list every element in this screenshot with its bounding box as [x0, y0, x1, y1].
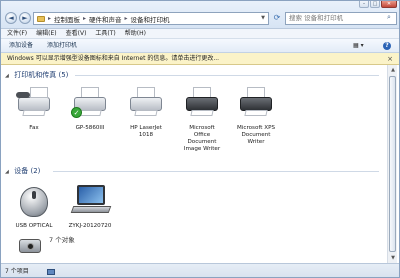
breadcrumb-hardware-sound[interactable]: 硬件和声音: [89, 14, 122, 24]
printer-icon: [126, 85, 166, 121]
info-bar-text[interactable]: Windows 可以显示增强型设备图标和来自 Internet 的信息。请单击进…: [7, 55, 219, 62]
menu-tools[interactable]: 工具(T): [95, 29, 115, 38]
device-item-fax[interactable]: Fax: [5, 85, 63, 132]
window-controls: – □ ✕: [359, 1, 397, 9]
status-bar: 7 个项目: [1, 263, 399, 277]
help-icon[interactable]: ?: [383, 42, 391, 50]
computer-icon: [46, 268, 55, 275]
back-button[interactable]: ◄: [5, 12, 17, 24]
address-dropdown-icon[interactable]: ▼: [258, 13, 268, 24]
devices-camera-icon: [19, 239, 41, 253]
printer-icon: [236, 85, 276, 121]
breadcrumb-control-panel[interactable]: 控制面板: [54, 14, 80, 24]
title-address-bar: – □ ✕ ◄ ► ▸ 控制面板 ▸ 硬件和声音 ▸ 设备和打印机 ▼ ⟳ 搜索…: [1, 1, 399, 29]
breadcrumb-devices-printers[interactable]: 设备和打印机: [131, 14, 170, 24]
device-item-zykj-20120720[interactable]: ZYKJ-20120720: [61, 183, 119, 230]
printer-icon: [182, 85, 222, 121]
device-label: Microsoft Office Document Image Writer: [183, 125, 221, 152]
group-header-devices[interactable]: ◢ 设备 (2): [5, 166, 383, 176]
device-item-ms-office-image-writer[interactable]: Microsoft Office Document Image Writer: [173, 85, 231, 153]
device-label: Microsoft XPS Document Writer: [237, 125, 275, 145]
close-button[interactable]: ✕: [381, 1, 397, 8]
status-text: 7 个项目: [5, 268, 29, 275]
search-input[interactable]: 搜索 设备和打印机: [285, 12, 397, 25]
command-bar: 添加设备 添加打印机 ▦ ▾ ?: [1, 39, 399, 53]
nav-buttons: ◄ ►: [5, 12, 31, 24]
info-bar-close-icon[interactable]: ×: [387, 53, 393, 65]
info-bar[interactable]: Windows 可以显示增强型设备图标和来自 Internet 的信息。请单击进…: [1, 53, 399, 65]
device-item-gp5860iii[interactable]: ✓ GP-5860III: [61, 85, 119, 132]
menu-bar: 文件(F) 编辑(E) 查看(V) 工具(T) 帮助(H): [1, 29, 399, 39]
device-item-hp-laserjet-1018[interactable]: HP LaserJet 1018: [117, 85, 175, 139]
forward-button[interactable]: ►: [19, 12, 31, 24]
add-device-button[interactable]: 添加设备: [9, 39, 33, 53]
scroll-thumb[interactable]: [389, 76, 396, 252]
printer-icon: ✓: [70, 85, 110, 121]
mouse-icon: [14, 183, 54, 219]
devices-and-printers-window: – □ ✕ ◄ ► ▸ 控制面板 ▸ 硬件和声音 ▸ 设备和打印机 ▼ ⟳ 搜索…: [0, 0, 400, 278]
address-bar[interactable]: ▸ 控制面板 ▸ 硬件和声音 ▸ 设备和打印机 ▼: [33, 12, 269, 25]
group-header-devices-label: 设备 (2): [14, 167, 41, 175]
scroll-up-icon[interactable]: ▲: [389, 66, 397, 74]
menu-file[interactable]: 文件(F): [7, 29, 27, 38]
device-label: HP LaserJet 1018: [130, 125, 162, 138]
laptop-icon: [70, 183, 112, 219]
details-pane: 7 个对象: [1, 229, 387, 263]
change-view-button[interactable]: ▦ ▾: [353, 42, 367, 50]
scroll-down-icon[interactable]: ▼: [389, 254, 397, 262]
add-printer-button[interactable]: 添加打印机: [47, 39, 77, 53]
fax-icon: [14, 85, 54, 121]
minimize-button[interactable]: –: [359, 1, 369, 8]
collapse-chevron-icon[interactable]: ◢: [5, 71, 12, 81]
refresh-button[interactable]: ⟳: [271, 12, 283, 25]
group-header-printers[interactable]: ◢ 打印机和传真 (5): [5, 70, 383, 80]
search-icon[interactable]: ⌕: [387, 13, 399, 22]
vertical-scrollbar[interactable]: ▲ ▼: [387, 65, 397, 263]
menu-help[interactable]: 帮助(H): [125, 29, 146, 38]
device-label: GP-5860III: [75, 125, 105, 131]
device-item-ms-xps-writer[interactable]: Microsoft XPS Document Writer: [227, 85, 285, 146]
menu-view[interactable]: 查看(V): [66, 29, 87, 38]
collapse-chevron-icon[interactable]: ◢: [5, 167, 12, 177]
control-panel-icon: [37, 15, 45, 22]
device-label: Fax: [29, 125, 39, 131]
device-item-usb-optical[interactable]: USB OPTICAL: [5, 183, 63, 230]
object-count: 7 个对象: [49, 236, 75, 244]
menu-edit[interactable]: 编辑(E): [36, 29, 56, 38]
maximize-button[interactable]: □: [370, 1, 380, 8]
default-printer-check-icon: ✓: [71, 107, 82, 118]
group-header-printers-label: 打印机和传真 (5): [14, 71, 69, 79]
